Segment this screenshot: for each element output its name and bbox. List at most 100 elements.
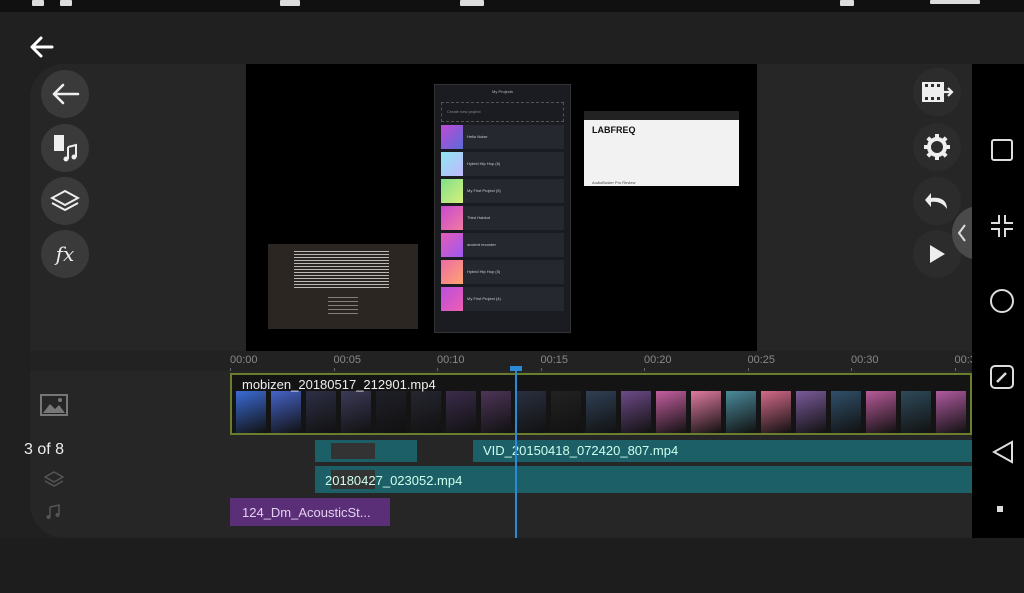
item-counter: 3 of 8: [24, 441, 65, 458]
clip-frame-thumb: [236, 391, 266, 433]
clip-frame-thumb: [446, 391, 476, 433]
layers-icon: [50, 189, 80, 212]
preview-project-name: Hello Noise: [467, 134, 488, 139]
ruler-tick-mark: [644, 368, 645, 371]
preview-site-logo: LABFREQ: [592, 125, 636, 135]
preview-project-thumb: [441, 179, 463, 203]
timeline-ruler[interactable]: 00:00 00:05 00:10 00:15 00:20 00:25 00:30 00:3: [30, 351, 972, 371]
clip-frame-thumb: [586, 391, 616, 433]
back-arrow-icon[interactable]: [28, 33, 56, 61]
status-icon: [280, 0, 300, 6]
clip-frame-thumb: [901, 391, 931, 433]
overlay-clip-2-label: 20180427_023052.mp4: [325, 473, 463, 488]
preview-project-thumb: [441, 260, 463, 284]
clip-frame-thumb: [936, 391, 966, 433]
clip-frame-thumb: [516, 391, 546, 433]
overlay-clip-2[interactable]: 20180427_023052.mp4: [315, 466, 972, 493]
edit-icon[interactable]: [989, 364, 1015, 390]
ruler-tick-label: 00:15: [540, 354, 569, 366]
clip-frame-thumb: [761, 391, 791, 433]
clip-frame-thumb: [621, 391, 651, 433]
preview-project-row: Third Habkot: [441, 206, 564, 230]
preview-project-thumb: [441, 125, 463, 149]
ruler-tick-label: 00:00: [230, 354, 258, 366]
preview-project-name: ancient recorder: [467, 242, 496, 247]
media-music-icon: [54, 135, 77, 162]
media-button[interactable]: [41, 124, 89, 172]
preview-browser: LABFREQ AudioBuster Pro Review: [584, 111, 739, 186]
clip-frame-thumb: [796, 391, 826, 433]
ruler-tick-mark: [437, 368, 438, 371]
music-clip[interactable]: 124_Dm_AcousticSt...: [230, 498, 390, 526]
export-button[interactable]: [913, 68, 961, 116]
dot-icon[interactable]: [997, 506, 1003, 512]
clip-frame-thumb: [306, 391, 336, 433]
playhead[interactable]: [515, 366, 517, 538]
preview-text-clip: [268, 244, 418, 329]
clip-frame-thumb: [551, 391, 581, 433]
video-preview[interactable]: My Projects Create new project Hello Noi…: [246, 64, 757, 351]
bottom-bar: [0, 538, 1024, 593]
ruler-tick-label: 00:20: [644, 354, 672, 366]
preview-project-name: Hybrid Hip Hop (6): [467, 161, 501, 166]
overlay-clip-segment[interactable]: [315, 440, 417, 462]
ruler-tick-label: 00:05: [333, 354, 362, 366]
ruler-tick-label: 00:10: [437, 354, 465, 366]
gear-icon: [924, 134, 950, 160]
layers-track-icon: [44, 471, 64, 487]
fx-button[interactable]: fx: [41, 230, 89, 278]
ruler-tick-mark: [747, 368, 749, 371]
preview-project-row: Hybrid Hip Hop (6): [441, 152, 564, 176]
chevron-left-icon: [957, 224, 966, 242]
ruler-tick-mark: [333, 368, 335, 371]
preview-app-header: My Projects: [492, 89, 513, 94]
image-track-icon: [40, 394, 68, 416]
export-icon: [922, 82, 954, 102]
status-icon: [840, 0, 854, 6]
preview-project-thumb: [441, 206, 463, 230]
preview-project-row: Hybrid Hip Hop (5): [441, 260, 564, 284]
circle-icon[interactable]: [989, 288, 1015, 314]
ruler-tick-mark: [540, 368, 542, 371]
arrow-left-icon: [52, 83, 80, 105]
square-icon[interactable]: [990, 138, 1014, 162]
clip-frame-thumb: [376, 391, 406, 433]
clip-frame-thumb: [831, 391, 861, 433]
preview-project-row: My First Project (4): [441, 287, 564, 311]
preview-project-thumb: [441, 152, 463, 176]
play-icon: [930, 245, 945, 263]
collapse-icon[interactable]: [990, 214, 1014, 238]
preview-project-row: Hello Noise: [441, 125, 564, 149]
settings-button[interactable]: [913, 123, 961, 171]
preview-project-thumb: [441, 287, 463, 311]
preview-site-footer: AudioBuster Pro Review: [592, 180, 636, 185]
status-icon: [460, 0, 484, 6]
preview-project-name: My First Project (5): [467, 188, 501, 193]
triangle-back-icon[interactable]: [992, 440, 1014, 464]
clip-frame-thumb: [726, 391, 756, 433]
status-bar: [0, 0, 1024, 12]
status-icon: [32, 0, 44, 6]
preview-project-name: My First Project (4): [467, 296, 501, 301]
overlay-clip-1[interactable]: VID_20150418_072420_807.mp4: [473, 440, 972, 462]
preview-project-row: ancient recorder: [441, 233, 564, 257]
clip-frame-thumb: [656, 391, 686, 433]
ruler-tick-label: 00:25: [747, 354, 776, 366]
ruler-tick-mark: [954, 368, 956, 371]
main-clip-label: mobizen_20180517_212901.mp4: [242, 377, 436, 392]
fx-icon: fx: [55, 242, 75, 266]
status-icon: [60, 0, 72, 6]
main-video-clip[interactable]: mobizen_20180517_212901.mp4: [230, 373, 972, 435]
clip-frame-thumb: [481, 391, 511, 433]
preview-project-thumb: [441, 233, 463, 257]
back-button[interactable]: [41, 70, 89, 118]
layer-button[interactable]: [41, 177, 89, 225]
clip-frame-thumb: [691, 391, 721, 433]
ruler-tick-mark: [851, 368, 852, 371]
clip-frame-thumb: [271, 391, 301, 433]
undo-icon: [925, 193, 947, 209]
preview-project-name: Third Habkot: [467, 215, 490, 220]
preview-new-project: Create new project: [441, 102, 564, 122]
overlay-clip-1-label: VID_20150418_072420_807.mp4: [483, 443, 679, 458]
preview-project-row: My First Project (5): [441, 179, 564, 203]
